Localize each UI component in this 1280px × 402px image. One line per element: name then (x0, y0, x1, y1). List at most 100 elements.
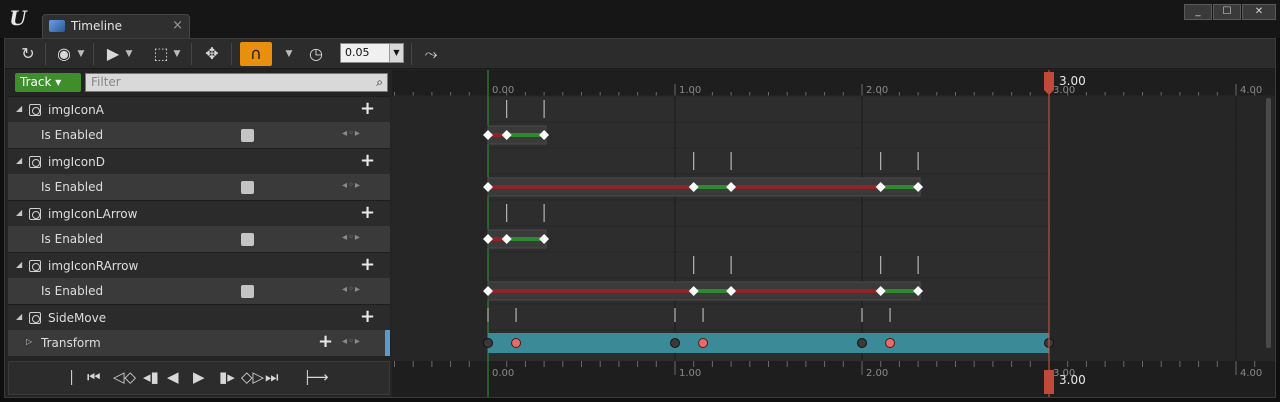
transform-key[interactable] (670, 338, 680, 348)
refresh-icon[interactable]: ↻ (17, 42, 39, 66)
step-to-end-icon[interactable]: ⎹ (293, 368, 308, 386)
play-forward-icon[interactable]: ▶ (193, 368, 205, 386)
expand-triangle-icon[interactable]: ◢ (16, 104, 22, 113)
track-property-row[interactable]: Is Enabled ◂◦▸ (8, 226, 390, 252)
expand-triangle-icon[interactable]: ◢ (16, 312, 22, 321)
step-to-start-icon[interactable]: ⎸ (71, 368, 86, 386)
eye-dropdown-icon[interactable]: ▼ (75, 42, 87, 66)
prev-key-icon[interactable]: ◁◇ (113, 368, 136, 386)
track-row[interactable]: ◢ imgIconA + (8, 96, 390, 122)
snap-interval-dropdown-icon[interactable]: ▼ (389, 44, 403, 62)
play-dropdown-icon[interactable]: ▼ (123, 42, 135, 66)
snap-dropdown-icon[interactable]: ▼ (283, 42, 295, 66)
add-property-icon[interactable]: + (360, 150, 375, 171)
window-titlebar: U Timeline × _ ☐ ✕ (0, 0, 1280, 38)
add-property-icon[interactable]: + (360, 202, 375, 223)
key-navigation-icon[interactable]: ◂◦▸ (342, 284, 361, 295)
tab-timeline[interactable]: Timeline × (42, 14, 190, 38)
tab-close-icon[interactable]: × (172, 18, 183, 33)
track-row[interactable]: ◢ imgIconD + (8, 148, 390, 174)
selection-indicator (385, 330, 390, 356)
snap-magnet-icon[interactable]: ∩ (240, 42, 272, 66)
property-name: Is Enabled (41, 180, 104, 194)
add-property-icon[interactable]: + (360, 254, 375, 275)
play-icon[interactable]: ▶ (103, 42, 123, 66)
ruler-label: 0.00 (492, 85, 514, 96)
transport-controls: ⎸ ⏮ ◁◇ ◂▮ ◀ ▶ ▮▸ ◇▷ ⏭ ⎹ ⟶ (8, 361, 390, 395)
track-property-row[interactable]: Is Enabled ◂◦▸ (8, 122, 390, 148)
eye-icon[interactable]: ◉ (53, 42, 75, 66)
transform-gizmo-icon[interactable]: ✥ (201, 42, 223, 66)
add-track-button[interactable]: Track ▾ (15, 73, 81, 92)
selection-dropdown-icon[interactable]: ▼ (171, 42, 183, 66)
post-range-shade (1049, 96, 1275, 361)
transform-section-bar[interactable] (488, 333, 1049, 353)
expand-triangle-icon[interactable]: ◢ (16, 260, 22, 269)
step-forward-icon[interactable]: ▮▸ (219, 368, 235, 386)
expand-triangle-icon[interactable]: ◢ (16, 156, 22, 165)
add-property-icon[interactable]: + (360, 98, 375, 119)
toolbar: ↻ ◉ ▼ ▶ ▼ ⬚ ▼ ✥ ∩ ▼ ◷ 0.05 ▼ ⤳ (5, 39, 1275, 69)
clock-icon[interactable]: ◷ (305, 42, 327, 66)
transform-key[interactable] (511, 338, 522, 348)
playhead-time-label: 3.00 (1059, 373, 1086, 387)
playhead-handle-bottom[interactable] (1044, 370, 1054, 394)
selection-icon[interactable]: ⬚ (151, 42, 171, 66)
property-name: Is Enabled (41, 128, 104, 142)
unreal-logo-icon: U (9, 6, 27, 30)
filter-input[interactable]: Filter ⌕ (85, 73, 388, 92)
timeline-canvas[interactable]: 0.00 0.00 1.00 1.00 2.00 2.00 3.00 3.00 4.00 4.00… (392, 70, 1275, 397)
enabled-checkbox[interactable] (241, 285, 254, 298)
maximize-button[interactable]: ☐ (1213, 4, 1241, 20)
track-name: imgIconRArrow (48, 259, 139, 273)
bool-segment (506, 237, 545, 241)
ruler-label: 0.00 (492, 368, 514, 379)
property-name: Is Enabled (41, 284, 104, 298)
track-row[interactable]: ◢ SideMove + (8, 304, 390, 330)
track-name: imgIconA (48, 103, 104, 117)
track-property-row[interactable]: Is Enabled ◂◦▸ (8, 174, 390, 200)
track-property-row[interactable]: ▷ Transform + ◂◦▸ (8, 330, 390, 356)
step-back-icon[interactable]: ◂▮ (143, 368, 159, 386)
bool-segment (693, 289, 732, 293)
transform-key[interactable] (885, 338, 896, 348)
jump-to-end-icon[interactable]: ⏭ (265, 368, 279, 386)
bool-segment (693, 185, 732, 189)
track-row[interactable]: ◢ imgIconRArrow + (8, 252, 390, 278)
track-name: SideMove (48, 311, 107, 325)
pre-range-shade (392, 96, 488, 361)
snap-interval-input[interactable]: 0.05 ▼ (340, 43, 404, 63)
key-navigation-icon[interactable]: ◂◦▸ (342, 128, 361, 139)
track-property-row[interactable]: Is Enabled ◂◦▸ (8, 278, 390, 304)
timeline-panel: ↻ ◉ ▼ ▶ ▼ ⬚ ▼ ✥ ∩ ▼ ◷ 0.05 ▼ ⤳ Track ▾ F… (4, 38, 1276, 398)
enabled-checkbox[interactable] (241, 233, 254, 246)
widget-icon (29, 260, 41, 272)
play-reverse-icon[interactable]: ◀ (167, 368, 179, 386)
ruler-label: 2.00 (866, 368, 888, 379)
curve-editor-icon[interactable]: ⤳ (419, 42, 443, 66)
timeline-area[interactable]: 0.00 0.00 1.00 1.00 2.00 2.00 3.00 3.00 4.00 4.00… (392, 70, 1275, 397)
transform-key[interactable] (857, 338, 867, 348)
enabled-checkbox[interactable] (241, 181, 254, 194)
loop-toggle-icon[interactable]: ⟶ (307, 368, 329, 386)
bool-segment (506, 133, 545, 137)
key-navigation-icon[interactable]: ◂◦▸ (342, 336, 361, 347)
add-key-icon[interactable]: + (318, 331, 333, 352)
widget-icon (29, 104, 41, 116)
add-property-icon[interactable]: + (360, 306, 375, 327)
close-button[interactable]: ✕ (1242, 4, 1276, 20)
minimize-button[interactable]: _ (1184, 4, 1212, 20)
vertical-scrollbar[interactable] (1266, 98, 1271, 348)
track-row[interactable]: ◢ imgIconLArrow + (8, 200, 390, 226)
expand-triangle-icon[interactable]: ◢ (16, 208, 22, 217)
expand-triangle-icon[interactable]: ▷ (26, 337, 32, 346)
track-name: imgIconLArrow (48, 207, 138, 221)
transform-key[interactable] (483, 338, 493, 348)
transform-key[interactable] (698, 338, 709, 348)
enabled-checkbox[interactable] (241, 129, 254, 142)
key-navigation-icon[interactable]: ◂◦▸ (342, 232, 361, 243)
jump-to-start-icon[interactable]: ⏮ (87, 368, 101, 386)
playhead-time-label: 3.00 (1059, 74, 1086, 88)
key-navigation-icon[interactable]: ◂◦▸ (342, 180, 361, 191)
next-key-icon[interactable]: ◇▷ (241, 368, 264, 386)
